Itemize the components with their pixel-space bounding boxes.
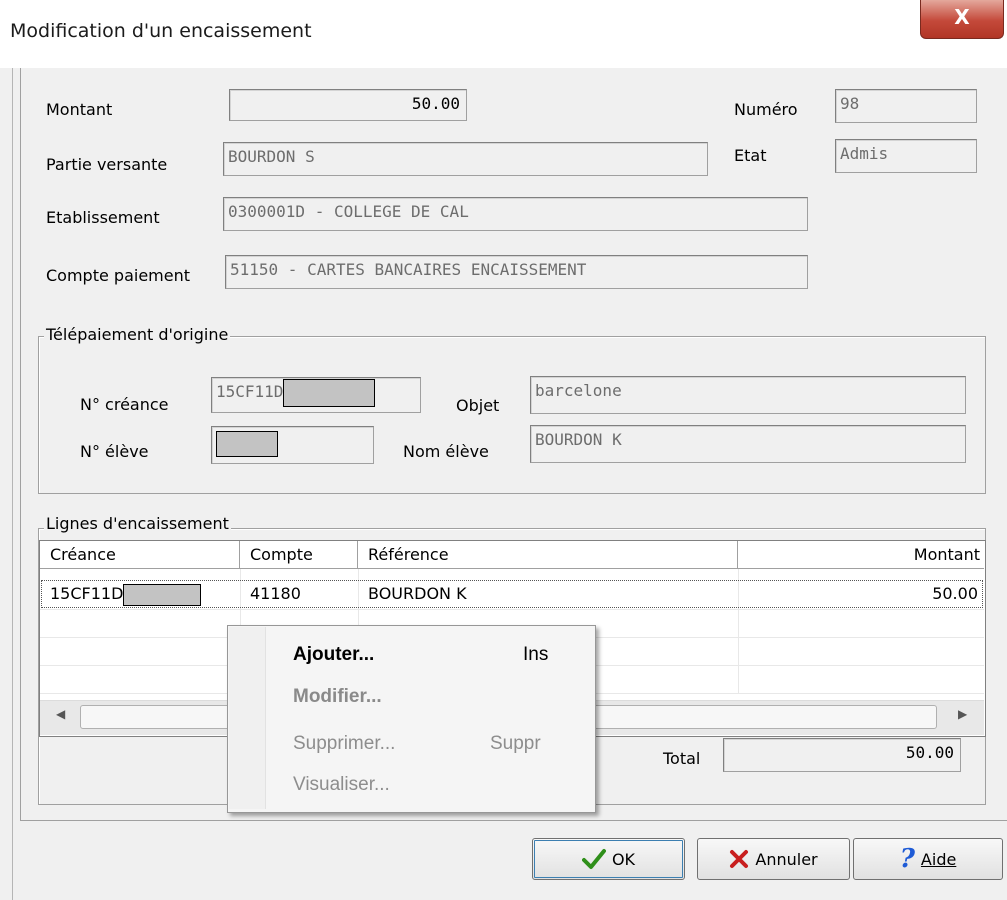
- partie-versante-label: Partie versante: [46, 155, 168, 174]
- compte-paiement-label: Compte paiement: [46, 266, 190, 285]
- annuler-label: Annuler: [755, 849, 818, 869]
- cell-reference: BOURDON K: [368, 584, 467, 603]
- etablissement-field[interactable]: 0300001D - COLLEGE DE CAL: [223, 197, 808, 231]
- telepaiement-group: [38, 336, 986, 494]
- etat-label: Etat: [734, 146, 767, 165]
- menu-item-ajouter[interactable]: Ajouter...: [293, 638, 374, 672]
- cell-creance: 15CF11D: [40, 580, 240, 608]
- col-header-creance[interactable]: Créance: [40, 541, 240, 569]
- redacted-block: [216, 431, 278, 457]
- redacted-block: [283, 378, 376, 407]
- objet-label: Objet: [456, 396, 500, 415]
- aide-button[interactable]: ? Aide: [853, 838, 1003, 880]
- scroll-left-icon[interactable]: ◀: [56, 707, 65, 721]
- nom-eleve-field[interactable]: BOURDON K: [530, 425, 966, 463]
- partie-versante-field[interactable]: BOURDON S: [223, 142, 708, 176]
- numero-field[interactable]: 98: [835, 89, 977, 123]
- col-header-compte[interactable]: Compte: [240, 541, 358, 569]
- creance-field[interactable]: 15CF11D: [211, 377, 421, 413]
- numero-label: Numéro: [734, 100, 798, 119]
- aide-label: Aide: [920, 849, 957, 869]
- cell-compte: 41180: [250, 584, 301, 603]
- etat-field[interactable]: Admis: [835, 139, 977, 173]
- telepaiement-group-title: Télépaiement d'origine: [44, 325, 231, 344]
- creance-value: 15CF11D: [216, 382, 284, 401]
- help-icon: ?: [899, 844, 915, 874]
- total-label: Total: [663, 749, 701, 768]
- ok-button[interactable]: OK: [532, 838, 685, 880]
- compte-paiement-field[interactable]: 51150 - CARTES BANCAIRES ENCAISSEMENT: [225, 255, 808, 289]
- cell-montant: 50.00: [932, 584, 978, 603]
- menu-icon-gutter: [229, 627, 266, 809]
- cell-creance-value: 15CF11D: [50, 584, 124, 603]
- redacted-block: [123, 583, 202, 606]
- menu-item-supprimer[interactable]: Supprimer...: [293, 727, 395, 761]
- menu-shortcut-suppr: Suppr: [490, 733, 541, 754]
- col-header-montant[interactable]: Montant: [738, 541, 984, 569]
- total-field[interactable]: 50.00: [723, 738, 961, 772]
- nom-eleve-label: Nom élève: [403, 442, 489, 461]
- window-title: Modification d'un encaissement: [10, 20, 312, 42]
- montant-label: Montant: [46, 100, 113, 119]
- eleve-field[interactable]: [211, 426, 374, 464]
- menu-shortcut-ins: Ins: [523, 644, 549, 665]
- ok-label: OK: [611, 849, 636, 869]
- close-button[interactable]: X: [920, 0, 1004, 39]
- annuler-button[interactable]: Annuler: [697, 838, 850, 880]
- menu-item-modifier[interactable]: Modifier...: [293, 680, 382, 714]
- menu-item-visualiser[interactable]: Visualiser...: [293, 768, 390, 802]
- creance-label: N° créance: [80, 395, 169, 414]
- eleve-label: N° élève: [80, 442, 149, 461]
- x-icon: [730, 850, 749, 868]
- col-header-reference[interactable]: Référence: [358, 541, 738, 569]
- etablissement-label: Etablissement: [46, 208, 160, 227]
- check-icon: [581, 849, 606, 869]
- objet-field[interactable]: barcelone: [530, 376, 966, 414]
- grid-line: [40, 609, 984, 610]
- montant-field[interactable]: 50.00: [229, 89, 467, 121]
- lignes-group-title: Lignes d'encaissement: [44, 514, 231, 533]
- scroll-right-icon[interactable]: ▶: [958, 707, 967, 721]
